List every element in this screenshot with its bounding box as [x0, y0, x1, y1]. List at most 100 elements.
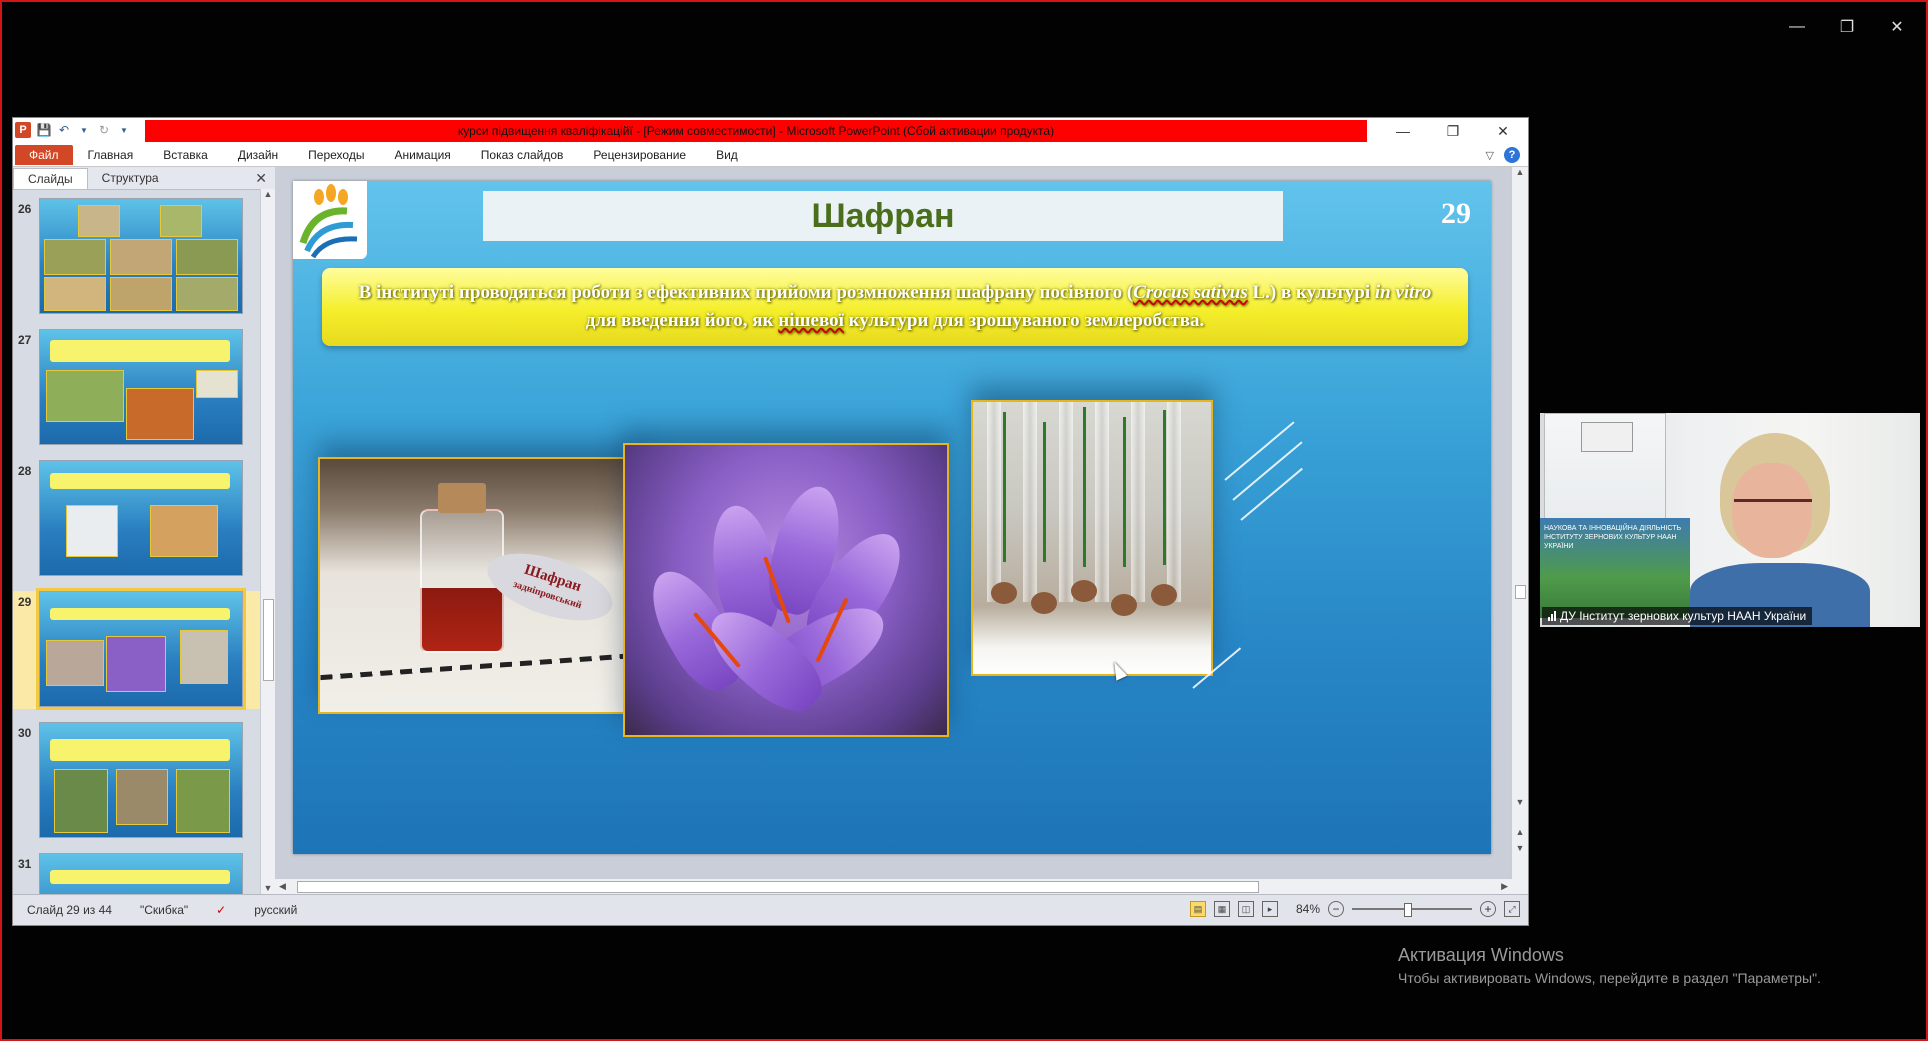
zoom-out-icon[interactable]: − [1328, 901, 1344, 917]
slide-text-banner[interactable]: В інституті проводяться роботи з ефектив… [322, 268, 1468, 346]
scroll-right-icon[interactable]: ▶ [1501, 881, 1508, 892]
decorative-line [1232, 441, 1303, 501]
in-vitro-culture-photo[interactable] [971, 400, 1213, 676]
speaker [1690, 433, 1870, 627]
slide-sorter-icon[interactable]: ▦ [1213, 901, 1230, 917]
host-window-controls: — ❐ ✕ [1786, 16, 1908, 38]
crocus-flowers-photo[interactable] [623, 443, 949, 737]
slide-number: 29 [18, 595, 32, 609]
decorative-line [1240, 467, 1303, 521]
customize-qat-icon[interactable]: ▼ [117, 123, 131, 137]
slide-thumbnail-row[interactable]: 31 [13, 853, 261, 895]
scroll-left-icon[interactable]: ◀ [279, 881, 286, 892]
slide-thumbnail-row-selected[interactable]: 29 [13, 588, 261, 710]
tab-design[interactable]: Дизайн [223, 148, 293, 162]
minimize-icon[interactable]: — [1786, 16, 1808, 38]
theme-name[interactable]: "Скибка" [126, 903, 202, 917]
tab-file[interactable]: Файл [15, 145, 73, 165]
slide-title: Шафран [811, 196, 955, 235]
slide-thumbnail-row[interactable]: 27 [13, 329, 261, 447]
close-icon[interactable]: ✕ [1886, 16, 1908, 38]
scroll-down-icon[interactable]: ▼ [1512, 797, 1528, 807]
slide-thumbnail[interactable] [39, 460, 243, 576]
tab-review[interactable]: Рецензирование [578, 148, 701, 162]
tab-view[interactable]: Вид [701, 148, 753, 162]
slide-editing-area[interactable]: Шафран 29 В інституті проводяться роботи… [275, 167, 1528, 895]
slide-thumbnail-selected[interactable] [36, 588, 246, 710]
scroll-thumb[interactable] [297, 881, 1259, 893]
normal-view-icon[interactable]: ▤ [1189, 901, 1206, 917]
powerpoint-logo-icon[interactable]: P [15, 122, 31, 138]
save-icon[interactable]: 💾 [37, 123, 52, 137]
institute-logo-icon [293, 181, 367, 259]
slide-number: 31 [18, 857, 32, 871]
stage-vertical-scrollbar[interactable]: ▲ ▼ ▲ ▼ [1511, 167, 1528, 895]
tab-slides[interactable]: Слайды [13, 167, 88, 189]
scroll-up-icon[interactable]: ▲ [261, 189, 275, 199]
slide-thumbnail[interactable] [39, 722, 243, 838]
tab-transitions[interactable]: Переходы [293, 148, 379, 162]
slide-thumbnail[interactable] [39, 329, 243, 445]
current-slide[interactable]: Шафран 29 В інституті проводяться роботи… [293, 181, 1491, 854]
status-bar: Слайд 29 из 44 "Скибка" ✓ русский ▤ ▦ ◫ … [13, 894, 1528, 925]
slide-number: 28 [18, 464, 32, 478]
spellcheck-icon[interactable]: ✓ [202, 903, 240, 917]
powerpoint-window: P 💾 ↶ ▼ ↻ ▼ курси підвищення кваліфікаці… [12, 117, 1529, 926]
minimize-button[interactable]: — [1378, 118, 1428, 144]
next-slide-icon[interactable]: ▼ [1512, 843, 1528, 853]
windows-activation-watermark: Активация Windows Чтобы активировать Win… [1398, 945, 1821, 986]
activation-title: Активация Windows [1398, 945, 1564, 965]
slide-counter: Слайд 29 из 44 [27, 903, 112, 917]
slideshow-icon[interactable]: ▸ [1261, 901, 1278, 917]
slide-thumbnail[interactable] [39, 198, 243, 314]
scroll-thumb[interactable] [263, 599, 274, 681]
close-panel-icon[interactable]: ✕ [255, 170, 267, 187]
previous-slide-icon[interactable]: ▲ [1512, 827, 1528, 837]
dropdown-icon[interactable]: ▼ [77, 123, 91, 137]
background-map: НАУКОВА ТА ІННОВАЦІЙНА ДІЯЛЬНІСТЬ ІНСТИТ… [1540, 518, 1690, 618]
undo-icon[interactable]: ↶ [57, 123, 71, 137]
tab-outline[interactable]: Структура [88, 168, 173, 188]
slide-thumbnail[interactable] [39, 853, 243, 895]
stage-horizontal-scrollbar[interactable]: ◀ ▶ [275, 878, 1512, 895]
ribbon-expand-icon[interactable]: ▽ [1486, 149, 1494, 162]
slide-title-box[interactable]: Шафран [483, 191, 1283, 241]
redo-icon[interactable]: ↻ [97, 123, 111, 137]
slide-number: 27 [18, 333, 32, 347]
fit-to-window-icon[interactable]: ⤢ [1504, 901, 1520, 917]
language[interactable]: русский [240, 903, 311, 917]
slide-thumbnail-row[interactable]: 26 [13, 198, 261, 316]
webcam-video[interactable]: НАУКОВА ТА ІННОВАЦІЙНА ДІЯЛЬНІСТЬ ІНСТИТ… [1540, 413, 1920, 627]
zoom-slider[interactable] [1352, 903, 1472, 917]
slide-number: 30 [18, 726, 32, 740]
help-icon[interactable]: ? [1504, 147, 1520, 163]
decorative-line [1224, 421, 1295, 481]
slide-thumbnail-row[interactable]: 30 [13, 722, 261, 840]
tab-slideshow[interactable]: Показ слайдов [466, 148, 579, 162]
slide-thumbnail-row[interactable]: 28 [13, 460, 261, 578]
tab-animations[interactable]: Анимация [379, 148, 465, 162]
banner-text: В інституті проводяться роботи з ефектив… [358, 282, 1432, 331]
reading-view-icon[interactable]: ◫ [1237, 901, 1254, 917]
panel-scrollbar[interactable]: ▲ ▼ [260, 189, 275, 895]
slides-panel: Слайды Структура ✕ 26 27 28 29 30 31 ▲ ▼ [13, 167, 276, 895]
tab-home[interactable]: Главная [73, 148, 149, 162]
tab-insert[interactable]: Вставка [148, 148, 223, 162]
tablecloth-stitch [320, 652, 638, 681]
panel-tabs: Слайды Структура [13, 167, 275, 190]
saffron-jar-photo[interactable]: Шафран задніпровський [318, 457, 640, 714]
zoom-in-icon[interactable]: + [1480, 901, 1496, 917]
scroll-down-icon[interactable]: ▼ [261, 883, 275, 893]
activation-subtitle: Чтобы активировать Windows, перейдите в … [1398, 970, 1821, 986]
quick-access-toolbar: P 💾 ↶ ▼ ↻ ▼ [15, 122, 131, 138]
scroll-thumb[interactable] [1515, 585, 1526, 599]
restore-icon[interactable]: ❐ [1836, 16, 1858, 38]
close-button[interactable]: ✕ [1478, 118, 1528, 144]
restore-button[interactable]: ❐ [1428, 118, 1478, 144]
window-title: курси підвищення кваліфікаційї - [Режим … [145, 120, 1367, 142]
zoom-level[interactable]: 84% [1296, 902, 1320, 916]
screen-frame: — ❐ ✕ P 💾 ↶ ▼ ↻ ▼ курси підвищення квалі… [0, 0, 1928, 1041]
slide-number: 26 [18, 202, 32, 216]
scroll-up-icon[interactable]: ▲ [1512, 167, 1528, 177]
slide-page-number: 29 [1441, 197, 1471, 230]
